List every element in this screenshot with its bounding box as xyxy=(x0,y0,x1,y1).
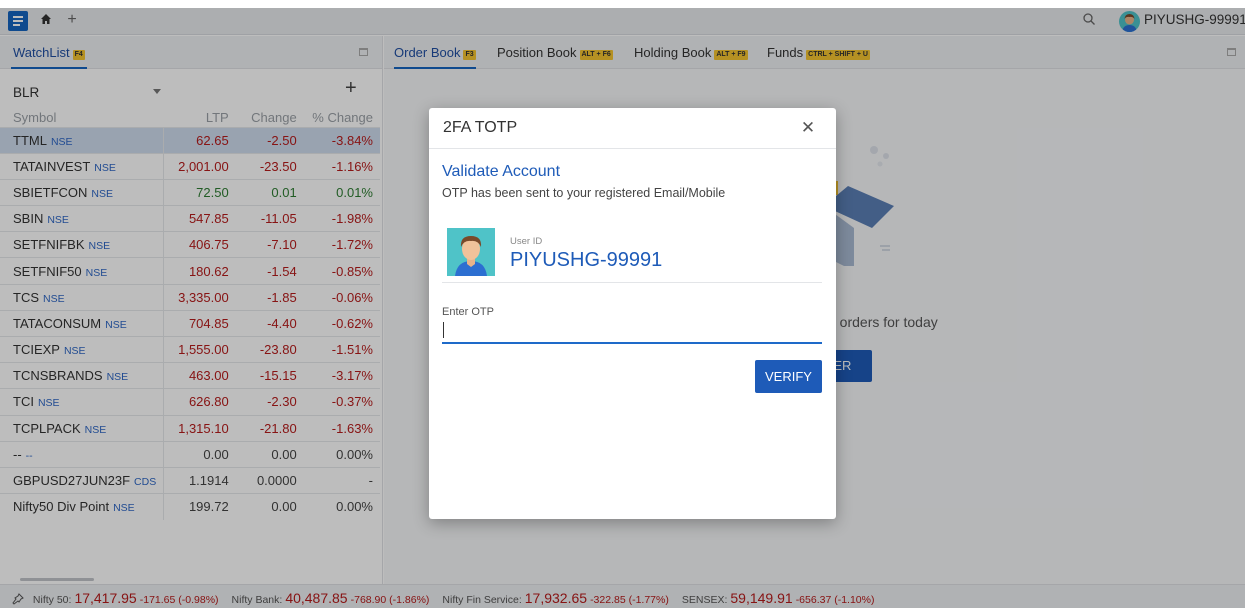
user-id-label: User ID xyxy=(510,236,543,247)
totp-modal: 2FA TOTP ✕ Validate Account OTP has been… xyxy=(429,108,836,519)
user-id-value: PIYUSHG-99991 xyxy=(510,249,663,271)
otp-label: Enter OTP xyxy=(442,306,494,318)
text-cursor xyxy=(443,322,444,338)
modal-title: 2FA TOTP xyxy=(443,119,518,136)
close-icon[interactable]: ✕ xyxy=(800,118,816,138)
otp-message: OTP has been sent to your registered Ema… xyxy=(442,186,726,200)
modal-header: 2FA TOTP ✕ xyxy=(429,108,836,149)
user-avatar xyxy=(447,228,495,276)
verify-button[interactable]: VERIFY xyxy=(755,360,822,393)
validate-heading: Validate Account xyxy=(442,163,561,180)
user-info: User ID PIYUSHG-99991 xyxy=(442,220,822,283)
otp-input[interactable] xyxy=(442,318,822,344)
